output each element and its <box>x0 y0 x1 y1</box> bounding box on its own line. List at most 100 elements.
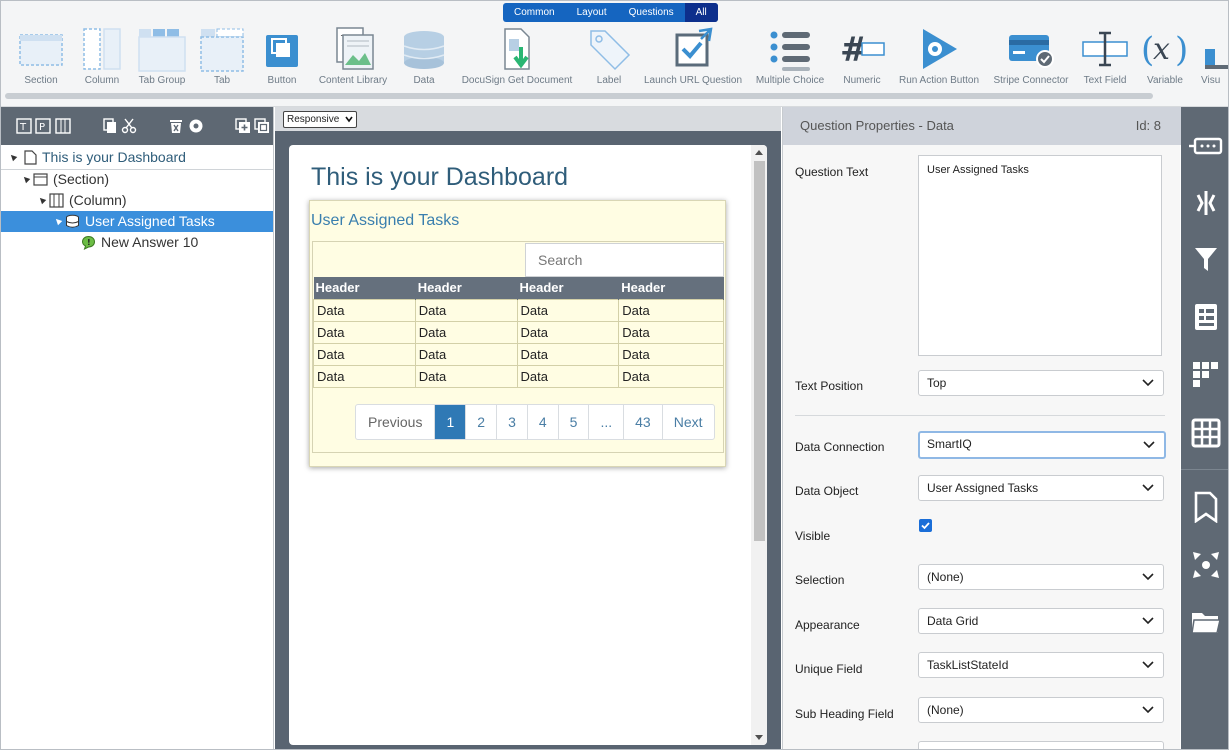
page-43-button[interactable]: 43 <box>624 405 663 439</box>
sub-heading-select[interactable]: (None) <box>918 697 1164 723</box>
toolbar-item-button[interactable]: Button <box>255 23 309 89</box>
document-icon <box>1194 304 1217 330</box>
canvas-scrollbar[interactable] <box>751 145 767 745</box>
chevron-down-icon <box>1143 441 1155 449</box>
next-page-button[interactable]: Next <box>663 405 714 439</box>
table-cell: Data <box>516 364 620 388</box>
previous-page-button[interactable]: Previous <box>356 405 436 439</box>
collapse-triangle-icon[interactable] <box>21 174 31 184</box>
column-header[interactable]: Header <box>618 277 724 299</box>
grid-title: User Assigned Tasks <box>311 212 460 229</box>
table-cell: Data <box>313 342 416 366</box>
page-5-button[interactable]: 5 <box>559 405 590 439</box>
toolbar-item-label[interactable]: Label <box>581 23 637 89</box>
hide-icon[interactable] <box>187 117 205 135</box>
toolbar-item-data[interactable]: Data <box>397 23 451 89</box>
toolbar-item-run-action[interactable]: Run Action Button <box>895 23 983 89</box>
layout-tab-button[interactable] <box>1181 351 1228 399</box>
visible-checkbox[interactable] <box>919 519 932 532</box>
folder-icon <box>1190 613 1221 634</box>
page-3-button[interactable]: 3 <box>497 405 528 439</box>
table-tab-button[interactable] <box>1181 409 1228 457</box>
toolbar-item-launch-url[interactable]: Launch URL Question <box>641 23 745 89</box>
tree-item-section[interactable]: (Section) <box>1 169 273 190</box>
toolbar-item-numeric[interactable]: # Numeric <box>833 23 891 89</box>
text-position-select[interactable]: Top <box>918 370 1164 396</box>
delete-icon[interactable] <box>167 117 185 135</box>
table-row[interactable]: Data Data Data Data <box>313 342 724 366</box>
bookmark-tab-button[interactable] <box>1181 483 1228 531</box>
insert-page-icon[interactable]: P <box>35 117 53 135</box>
tree-item-answer[interactable]: ! New Answer 10 <box>1 232 273 253</box>
page-ellipsis[interactable]: ... <box>589 405 625 439</box>
column-header[interactable]: Header <box>415 277 518 299</box>
question-text-input[interactable]: User Assigned Tasks <box>918 155 1162 356</box>
table-row[interactable]: Data Data Data Data <box>313 364 724 388</box>
toolbar-item-tab[interactable]: Tab <box>193 23 251 89</box>
data-connection-select[interactable]: SmartIQ <box>918 431 1166 459</box>
column-icon <box>49 193 64 208</box>
page-2-button[interactable]: 2 <box>466 405 498 439</box>
toolbar-item-text-field[interactable]: Text Field <box>1077 23 1133 89</box>
text-field-icon <box>1082 31 1128 67</box>
selection-label: Selection <box>795 573 845 587</box>
toolbar-item-column[interactable]: Column <box>73 23 131 89</box>
logic-tab-button[interactable] <box>1181 179 1228 227</box>
data-grid: Search Header Header Header Header Data … <box>312 241 724 453</box>
collapse-triangle-icon[interactable] <box>53 216 63 226</box>
table-cell: Data <box>313 298 416 322</box>
collapse-triangle-icon[interactable] <box>8 152 18 162</box>
visual-icon <box>1205 49 1228 69</box>
table-row[interactable]: Data Data Data Data <box>313 320 724 344</box>
toolbar-item-visual[interactable]: Visu <box>1197 23 1228 89</box>
toolbar-item-multiple-choice[interactable]: Multiple Choice <box>751 23 829 89</box>
tab-questions[interactable]: Questions <box>618 3 685 22</box>
toolbar-item-section[interactable]: Section <box>13 23 69 89</box>
insert-column-icon[interactable] <box>54 117 72 135</box>
insert-text-icon[interactable]: T <box>15 117 33 135</box>
selection-select[interactable]: (None) <box>918 564 1164 590</box>
next-field-select[interactable] <box>918 741 1164 749</box>
data-object-select[interactable]: User Assigned Tasks <box>918 475 1164 501</box>
column-header[interactable]: Header <box>517 277 620 299</box>
table-cell: Data <box>313 320 416 344</box>
collapse-triangle-icon[interactable] <box>37 195 47 205</box>
checkmark-icon <box>921 522 930 530</box>
tab-common[interactable]: Common <box>503 3 566 22</box>
view-mode-select[interactable]: Responsive <box>283 111 357 128</box>
appearance-select[interactable]: Data Grid <box>918 608 1164 634</box>
cut-icon[interactable] <box>121 117 139 135</box>
unique-field-select[interactable]: TaskListStateId <box>918 652 1164 678</box>
table-row[interactable]: Data Data Data Data <box>313 298 724 322</box>
tree-item-data[interactable]: User Assigned Tasks <box>1 211 273 232</box>
duplicate-icon[interactable] <box>253 117 271 135</box>
properties-tab-button[interactable] <box>1181 121 1228 169</box>
table-cell: Data <box>618 364 724 388</box>
column-header[interactable]: Header <box>313 277 416 299</box>
page-1-button[interactable]: 1 <box>435 405 467 439</box>
tree-divider <box>1 169 273 170</box>
scroll-thumb[interactable] <box>754 161 765 541</box>
filter-tab-button[interactable] <box>1181 235 1228 283</box>
copy-icon[interactable] <box>101 117 119 135</box>
tab-all[interactable]: All <box>684 3 718 22</box>
page-4-button[interactable]: 4 <box>528 405 559 439</box>
tab-layout[interactable]: Layout <box>566 3 618 22</box>
toolbar-item-tab-group[interactable]: Tab Group <box>133 23 191 89</box>
scroll-down-icon[interactable] <box>755 735 763 740</box>
toolbar-item-stripe[interactable]: Stripe Connector <box>989 23 1073 89</box>
document-tab-button[interactable] <box>1181 293 1228 341</box>
tree-item-column[interactable]: (Column) <box>1 190 273 211</box>
toolbar-item-docusign[interactable]: DocuSign Get Document <box>457 23 577 89</box>
toolbar-scrollbar[interactable] <box>5 93 1153 99</box>
add-icon[interactable] <box>234 117 252 135</box>
expand-tab-button[interactable] <box>1181 541 1228 589</box>
tree-item-page[interactable]: This is your Dashboard <box>1 147 273 168</box>
data-object-label: Data Object <box>795 484 859 498</box>
toolbar-item-variable[interactable]: ( x ) Variable <box>1137 23 1193 89</box>
grid-search-input[interactable]: Search <box>525 243 724 277</box>
data-grid-question[interactable]: User Assigned Tasks Search Header Header… <box>309 200 726 467</box>
folder-tab-button[interactable] <box>1181 599 1228 647</box>
scroll-up-icon[interactable] <box>755 150 763 155</box>
toolbar-item-content-library[interactable]: T Content Library <box>315 23 391 89</box>
